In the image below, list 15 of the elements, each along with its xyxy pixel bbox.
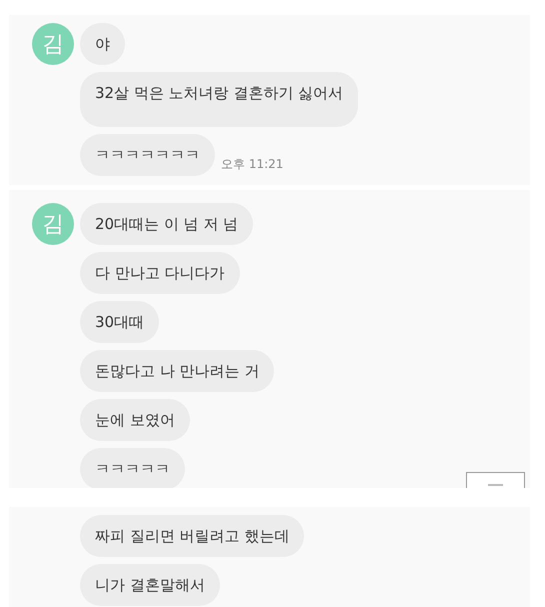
message-bubble: 니가 결혼말해서 — [80, 564, 220, 606]
message-bubble: ㅋㅋㅋㅋㅋㅋㅋ — [80, 134, 215, 176]
message-bubble: 짜피 질리면 버릴려고 했는데 — [80, 515, 304, 557]
message-bubble: 돈많다고 나 만나려는 거 — [80, 350, 274, 392]
avatar[interactable]: 김 — [32, 23, 74, 65]
message-bubble: 32살 먹은 노처녀랑 결혼하기 싫어서 — [80, 72, 358, 127]
message-bubble: ㅋㅋㅋㅋㅋ — [80, 448, 185, 488]
message-bubble: 다 만나고 다니다가 — [80, 252, 240, 294]
message-bubble: 20대때는 이 넘 저 넘 — [80, 203, 254, 245]
avatar[interactable]: 김 — [32, 203, 74, 245]
message-bubble: 눈에 보였어 — [80, 399, 190, 441]
message-bubble: 야 — [80, 23, 125, 65]
message-time: 오후 11:21 — [221, 156, 284, 173]
scroll-down-icon[interactable] — [466, 472, 525, 488]
message-bubble: 30대때 — [80, 301, 160, 343]
